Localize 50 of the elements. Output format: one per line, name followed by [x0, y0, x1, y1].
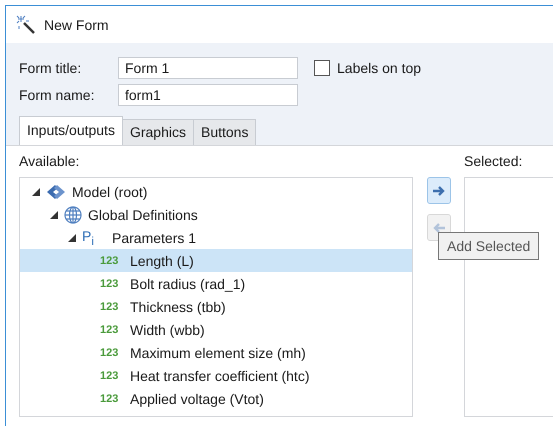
tree-item-label: Length (L) [130, 252, 194, 268]
parameters-icon: P$_{i}$ [82, 228, 106, 248]
arrow-icon [431, 220, 447, 234]
tree-row[interactable]: P$_{i}$ Parameters 1 [20, 226, 412, 249]
form-name-field[interactable]: form1 [118, 84, 298, 106]
tree-row[interactable]: Model (root) [20, 180, 412, 203]
number-icon: 123 [100, 300, 124, 312]
add-button[interactable] [427, 177, 451, 204]
tree-item-label: Global Definitions [88, 206, 198, 222]
expand-arrow-icon[interactable] [32, 188, 40, 196]
tab[interactable]: Graphics [122, 119, 194, 145]
tooltip: Add Selected [438, 232, 540, 260]
form-name-label: Form name: [19, 87, 96, 103]
tree-item-label: Bolt radius (rad_1) [130, 276, 246, 292]
form-title-field[interactable]: Form 1 [118, 57, 298, 79]
tree-row[interactable]: 123 Length (L) [20, 249, 412, 272]
globe-icon [64, 206, 82, 224]
tree-item-label: Parameters 1 [112, 230, 196, 246]
checkbox-label: Labels on top [337, 60, 422, 76]
number-icon: 123 [100, 254, 124, 266]
tree-row[interactable]: 123 Bolt radius (rad_1) [20, 272, 412, 295]
tree-item-label: Width (wbb) [130, 322, 205, 338]
form-title-label: Form title: [19, 60, 82, 76]
tree-item-label: Model (root) [72, 184, 148, 200]
tree-row[interactable]: 123 Thickness (tbb) [20, 295, 412, 318]
window-title: New Form [44, 16, 109, 32]
tree-row[interactable]: Global Definitions [20, 203, 412, 226]
tree-item-label: Applied voltage (Vtot) [130, 390, 264, 406]
available-label: Available: [19, 153, 80, 169]
tree-item-label: Thickness (tbb) [130, 298, 226, 314]
tree-row[interactable]: 123 Heat transfer coefficient (htc) [20, 364, 412, 387]
number-icon: 123 [100, 278, 124, 290]
tree-item-label: Maximum element size (mh) [130, 344, 306, 360]
arrow-icon [431, 184, 447, 198]
number-icon: 123 [100, 346, 124, 358]
tree-row[interactable]: 123 Maximum element size (mh) [20, 341, 412, 364]
tree-row[interactable]: 123 Width (wbb) [20, 318, 412, 341]
selected-label: Selected: [464, 153, 524, 169]
expand-arrow-icon[interactable] [68, 234, 76, 242]
checkbox[interactable] [314, 60, 330, 76]
expand-arrow-icon[interactable] [50, 210, 58, 218]
magic-wand-icon [16, 14, 36, 34]
number-icon: 123 [100, 324, 124, 336]
number-icon: 123 [100, 392, 124, 404]
tree-row[interactable]: 123 Applied voltage (Vtot) [20, 387, 412, 410]
tab[interactable]: Inputs/outputs [19, 116, 123, 145]
tree-item-label: Heat transfer coefficient (htc) [130, 368, 310, 384]
tab[interactable]: Buttons [192, 119, 256, 145]
model-icon [46, 184, 66, 200]
number-icon: 123 [100, 370, 124, 382]
